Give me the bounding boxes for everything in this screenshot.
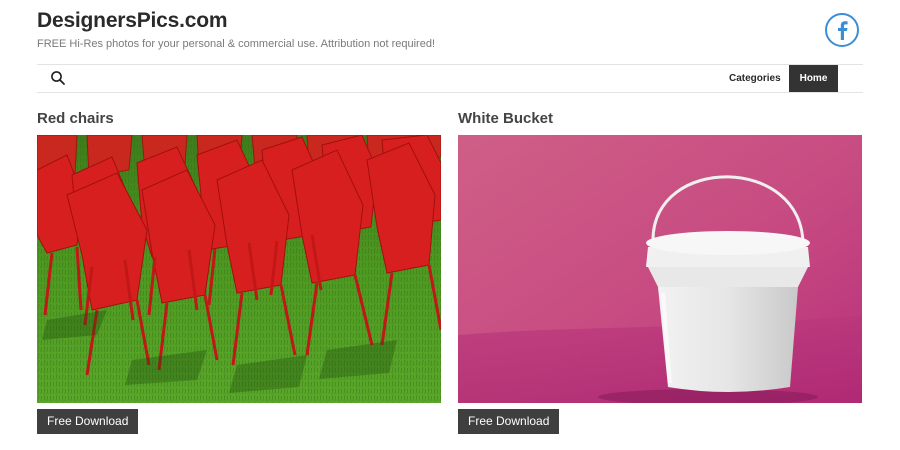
white-bucket-illustration bbox=[458, 135, 862, 403]
site-title[interactable]: DesignersPics.com bbox=[37, 9, 228, 33]
red-chairs-photo[interactable] bbox=[37, 135, 441, 403]
site-tagline: FREE Hi-Res photos for your personal & c… bbox=[37, 38, 436, 50]
free-download-button-white-bucket[interactable]: Free Download bbox=[458, 409, 560, 434]
nav-item-home[interactable]: Home bbox=[789, 65, 838, 92]
white-bucket-photo[interactable] bbox=[458, 135, 862, 403]
facebook-icon[interactable] bbox=[825, 13, 859, 47]
post-title-red-chairs[interactable]: Red chairs bbox=[37, 110, 114, 127]
post-title-white-bucket[interactable]: White Bucket bbox=[458, 110, 553, 127]
search-icon[interactable] bbox=[50, 70, 66, 86]
free-download-button-red-chairs[interactable]: Free Download bbox=[37, 409, 139, 434]
nav-item-categories[interactable]: Categories bbox=[717, 65, 793, 92]
facebook-glyph bbox=[838, 21, 848, 40]
main-navbar: Categories Home bbox=[37, 64, 863, 93]
red-chairs-illustration bbox=[37, 135, 441, 403]
